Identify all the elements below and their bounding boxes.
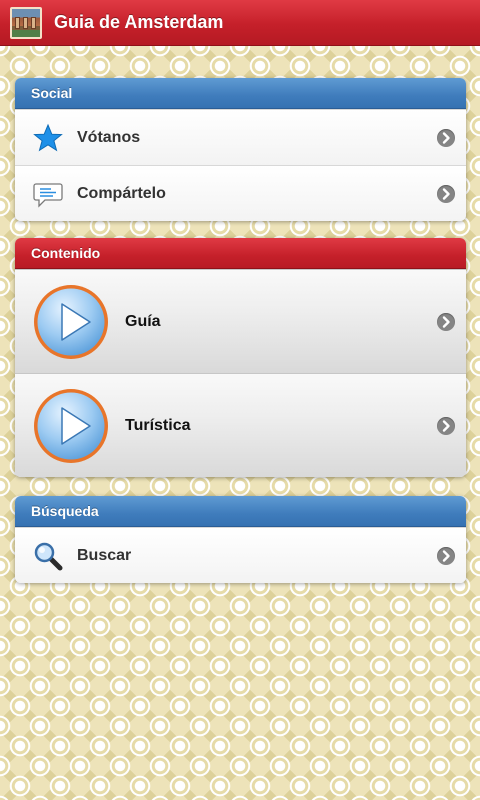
magnifier-icon [34,542,63,570]
guide-item[interactable]: Guía [15,269,466,373]
search-item[interactable]: Buscar [15,527,466,583]
star-icon [33,123,63,151]
chevron-right-icon [437,416,455,435]
amsterdam-houses-icon [10,6,42,39]
share-label: Compártelo [77,184,166,202]
content-group: Contenido Guía Turística [15,238,466,477]
content-group-header: Contenido [15,238,466,269]
chevron-right-icon [437,128,455,147]
chevron-right-icon [437,312,455,331]
touristic-item[interactable]: Turística [15,373,466,477]
play-icon [34,284,108,359]
vote-item[interactable]: Vótanos [15,109,466,165]
search-group-header: Búsqueda [15,496,466,527]
guide-label: Guía [125,312,161,330]
share-item[interactable]: Compártelo [15,165,466,221]
chevron-right-icon [437,184,455,203]
chevron-right-icon [437,546,455,565]
search-group: Búsqueda Buscar [15,496,466,583]
search-label: Buscar [77,546,132,564]
social-group: Social Vótanos Compártelo [15,78,466,221]
app-header: Guia de Amsterdam [0,0,480,46]
vote-label: Vótanos [77,128,141,146]
app-title: Guia de Amsterdam [54,12,224,32]
touristic-label: Turística [125,416,191,434]
social-group-header: Social [15,78,466,109]
play-icon [34,388,108,463]
comment-icon [33,182,63,208]
